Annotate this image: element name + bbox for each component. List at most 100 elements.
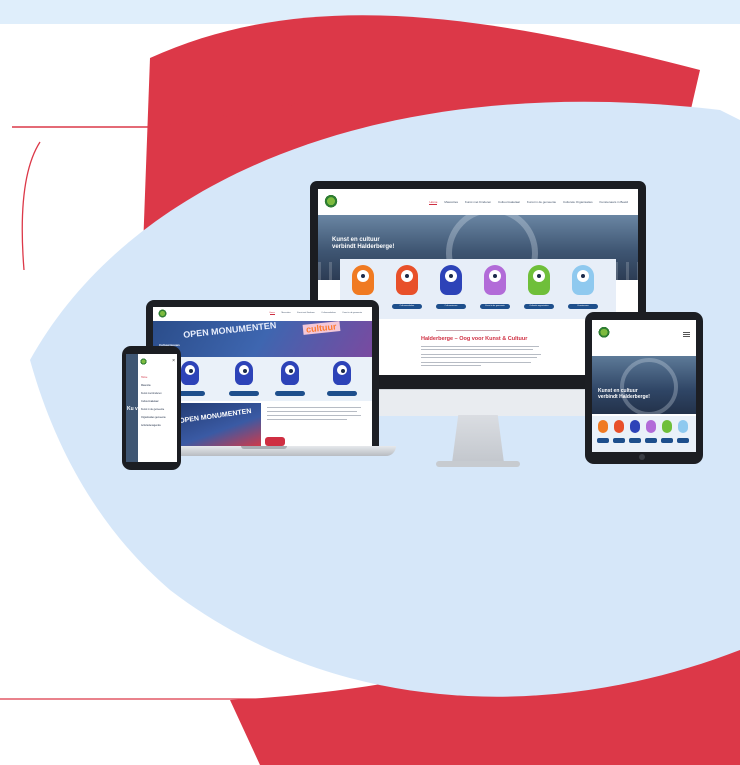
mascot-figure: [281, 361, 299, 385]
laptop-nav: Home Mascottes Kunst met Kinderen Cultuu…: [153, 307, 372, 321]
mascot-button[interactable]: Cultuurnieuws: [436, 304, 466, 309]
hero-title: Kunst en cultuur verbindt Halderberge!: [598, 388, 650, 400]
laptop-hero: OPEN MONUMENTEN cultuur Cultuurnieuws: [153, 321, 372, 357]
mascot-button[interactable]: [661, 438, 673, 443]
mascot-card[interactable]: Kunst in de gemeente: [480, 265, 510, 309]
text-line: [421, 362, 531, 363]
mascot-button[interactable]: Cultuurmakelaar: [392, 304, 422, 309]
menu-item[interactable]: Kunst in de gemeente: [141, 408, 164, 411]
nav-link[interactable]: Kunst in de gemeente: [343, 312, 362, 314]
mascot-button[interactable]: [275, 391, 305, 396]
phone-menu: × Home Mascotte Kunst met kinderen Cultu…: [138, 354, 177, 462]
news-image-text: OPEN MONUMENTEN: [178, 407, 252, 426]
nav-link[interactable]: Mascottes: [281, 312, 290, 314]
mascot-button[interactable]: [597, 438, 609, 443]
nav-link[interactable]: Cultuurmakelaar: [321, 312, 336, 314]
mascot-row: Mascotte Cultuurmakelaar Cultuurnieuws K…: [340, 259, 616, 319]
mascot-button[interactable]: Kunstenaars: [568, 304, 598, 309]
mascot-figure: [484, 265, 506, 295]
text-line: [267, 415, 361, 416]
text-line: [421, 354, 541, 355]
mascot-figure: [614, 420, 624, 433]
text-line: [421, 365, 481, 366]
mascot-figure: [630, 420, 640, 433]
mascot-figure: [572, 265, 594, 295]
mascot-button[interactable]: [645, 438, 657, 443]
nav-link[interactable]: Kunst met Kinderen: [297, 312, 315, 314]
mascot-button[interactable]: [229, 391, 259, 396]
mascot-button[interactable]: [327, 391, 357, 396]
mascot-card[interactable]: Cultuurnieuws: [436, 265, 466, 309]
logo-icon: [158, 309, 167, 319]
menu-item[interactable]: Cultuurmakelaar: [141, 400, 159, 403]
divider: [436, 330, 500, 331]
mascot-button[interactable]: [613, 438, 625, 443]
mascot-figure: [333, 361, 351, 385]
nav-link[interactable]: Cultuurmakelaar: [498, 200, 520, 204]
nav-link[interactable]: Kunst in de gemeente: [527, 200, 556, 204]
tablet-hero: Kunst en cultuur verbindt Halderberge!: [592, 356, 696, 414]
logo-icon: [598, 326, 610, 340]
mascot-figure: [528, 265, 550, 295]
desktop-nav-links: Home Mascottes Kunst met Kinderen Cultuu…: [423, 200, 628, 205]
hero-title: Kunst en cultuur verbindt Halderberge!: [332, 237, 395, 250]
showcase-scene: Home Mascottes Kunst met Kinderen Cultuu…: [0, 0, 740, 765]
mascot-figure: [646, 420, 656, 433]
hero-banner: cultuur: [302, 321, 340, 335]
mascot-button[interactable]: [677, 438, 689, 443]
menu-item[interactable]: Activiteitenagenda: [141, 424, 161, 427]
mascot-card[interactable]: Culturele organisaties: [524, 265, 554, 309]
mascot-figure: [598, 420, 608, 433]
mascot-figure: [662, 420, 672, 433]
menu-item-home[interactable]: Home: [141, 376, 147, 379]
news-thumbnail[interactable]: [265, 437, 285, 446]
mascot-figure: [352, 265, 374, 295]
mascot-button[interactable]: Kunst in de gemeente: [480, 304, 510, 309]
mascot-figure: [678, 420, 688, 433]
menu-item[interactable]: Kunst met kinderen: [141, 392, 162, 395]
menu-item[interactable]: Organisaties gemeente: [141, 416, 166, 419]
nav-link[interactable]: Mascottes: [444, 200, 458, 204]
laptop-nav-links: Home Mascottes Kunst met Kinderen Cultuu…: [264, 312, 362, 315]
mascot-card[interactable]: [275, 361, 305, 396]
mascot-card[interactable]: [327, 361, 357, 396]
mascot-button[interactable]: Culturele organisaties: [524, 304, 554, 309]
mascot-figure: [235, 361, 253, 385]
mascot-figure: [396, 265, 418, 295]
mascot-figure: [440, 265, 462, 295]
mascot-card[interactable]: Cultuurmakelaar: [392, 265, 422, 309]
logo-icon: [140, 358, 147, 366]
desktop-nav: Home Mascottes Kunst met Kinderen Cultuu…: [318, 189, 638, 215]
hamburger-menu-icon[interactable]: [683, 332, 690, 333]
tablet-mascot-row: [592, 416, 696, 452]
red-line-left: [21, 141, 41, 271]
nav-link-home[interactable]: Home: [269, 312, 275, 315]
text-line: [421, 349, 533, 350]
nav-link[interactable]: Culturele Organisaties: [563, 200, 593, 204]
text-line: [267, 407, 361, 408]
tablet-screen: Kunst en cultuur verbindt Halderberge!: [592, 320, 696, 452]
nav-link-home[interactable]: Home: [429, 200, 438, 205]
text-line: [421, 346, 539, 347]
nav-link[interactable]: Kunst met Kinderen: [465, 200, 491, 204]
mascot-button[interactable]: [629, 438, 641, 443]
laptop-screen: Home Mascottes Kunst met Kinderen Cultuu…: [153, 307, 372, 446]
menu-item[interactable]: Mascotte: [141, 384, 151, 387]
phone-screen: Ku ve Ha × Home Mascotte Kunst met kinde…: [126, 354, 177, 462]
mascot-card[interactable]: Kunstenaars: [568, 265, 598, 309]
mascot-figure: [181, 361, 199, 385]
logo-icon: [324, 194, 338, 210]
hero-banner: OPEN MONUMENTEN: [182, 321, 277, 340]
section-heading: Halderberge – Oog voor Kunst & Cultuur: [421, 336, 528, 342]
laptop-mascot-row: [153, 357, 372, 401]
laptop-news-image[interactable]: OPEN MONUMENTEN: [171, 403, 261, 446]
imac-stand: [452, 415, 504, 463]
text-line: [267, 419, 347, 420]
text-line: [267, 411, 357, 412]
imac-foot: [436, 461, 520, 467]
close-icon[interactable]: ×: [172, 358, 175, 364]
nav-link[interactable]: Kunstenaars in Beeld: [599, 200, 628, 204]
text-line: [421, 357, 537, 358]
mascot-card[interactable]: [229, 361, 259, 396]
laptop-notch: [241, 446, 287, 449]
